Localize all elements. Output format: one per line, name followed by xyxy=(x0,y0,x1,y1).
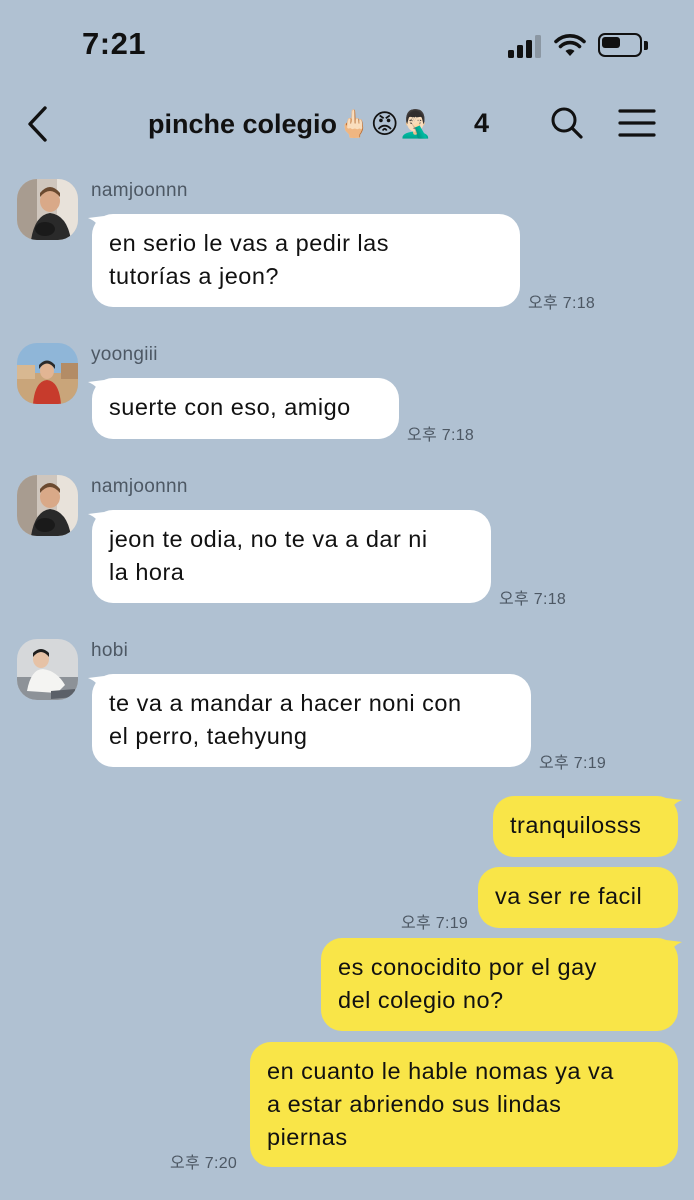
wifi-icon xyxy=(554,34,586,56)
message-line: tutorías a jeon? xyxy=(109,263,279,289)
chat-room-title[interactable]: pinche colegio🖕🏻😡🤦🏻‍♂️ xyxy=(148,108,432,140)
battery-icon xyxy=(598,33,648,57)
message-timestamp: 오후 7:19 xyxy=(539,755,607,772)
message-timestamp: 오후 7:20 xyxy=(170,1155,238,1172)
status-bar: 7:21 xyxy=(0,0,694,90)
search-icon[interactable] xyxy=(548,104,586,142)
message-line: te va a mandar a hacer noni con xyxy=(109,690,462,716)
avatar[interactable] xyxy=(17,639,78,700)
message-line: tranquilosss xyxy=(510,812,642,838)
message-line: es conocidito por el gay xyxy=(338,954,597,980)
sender-name: yoongiii xyxy=(91,344,158,365)
message-line: a estar abriendo sus lindas xyxy=(267,1091,562,1117)
message-line: jeon te odia, no te va a dar ni xyxy=(109,526,428,552)
message-line: va ser re facil xyxy=(495,883,643,909)
avatar[interactable] xyxy=(17,343,78,404)
message-bubble[interactable]: en serio le vas a pedir las tutorías a j… xyxy=(92,214,520,307)
chevron-left-icon[interactable] xyxy=(20,102,60,146)
message-bubble[interactable]: va ser re facil xyxy=(478,867,678,928)
message-bubble[interactable]: es conocidito por el gay del colegio no? xyxy=(321,938,678,1031)
avatar[interactable] xyxy=(17,179,78,240)
message-line: piernas xyxy=(267,1124,348,1150)
message-timestamp: 오후 7:18 xyxy=(407,427,475,444)
message-line: del colegio no? xyxy=(338,987,504,1013)
member-count[interactable]: 4 xyxy=(474,108,489,139)
message-bubble[interactable]: jeon te odia, no te va a dar ni la hora xyxy=(92,510,491,603)
hamburger-menu-icon[interactable] xyxy=(618,106,656,140)
message-line: suerte con eso, amigo xyxy=(109,394,351,420)
message-bubble[interactable]: suerte con eso, amigo xyxy=(92,378,399,439)
cellular-signal-icon xyxy=(508,34,544,58)
sender-name: namjoonnn xyxy=(91,476,188,497)
message-bubble[interactable]: en cuanto le hable nomas ya va a estar a… xyxy=(250,1042,678,1167)
message-timestamp: 오후 7:18 xyxy=(528,295,596,312)
sender-name: hobi xyxy=(91,640,129,661)
message-line: el perro, taehyung xyxy=(109,723,308,749)
message-timestamp: 오후 7:18 xyxy=(499,591,567,608)
message-timestamp: 오후 7:19 xyxy=(401,915,469,932)
status-time: 7:21 xyxy=(82,26,147,61)
sender-name: namjoonnn xyxy=(91,180,188,201)
message-line: en cuanto le hable nomas ya va xyxy=(267,1058,614,1084)
avatar[interactable] xyxy=(17,475,78,536)
message-line: en serio le vas a pedir las xyxy=(109,230,389,256)
chat-header: pinche colegio🖕🏻😡🤦🏻‍♂️ 4 xyxy=(0,90,694,160)
message-line: la hora xyxy=(109,559,185,585)
message-bubble[interactable]: tranquilosss xyxy=(493,796,678,857)
message-bubble[interactable]: te va a mandar a hacer noni con el perro… xyxy=(92,674,531,767)
